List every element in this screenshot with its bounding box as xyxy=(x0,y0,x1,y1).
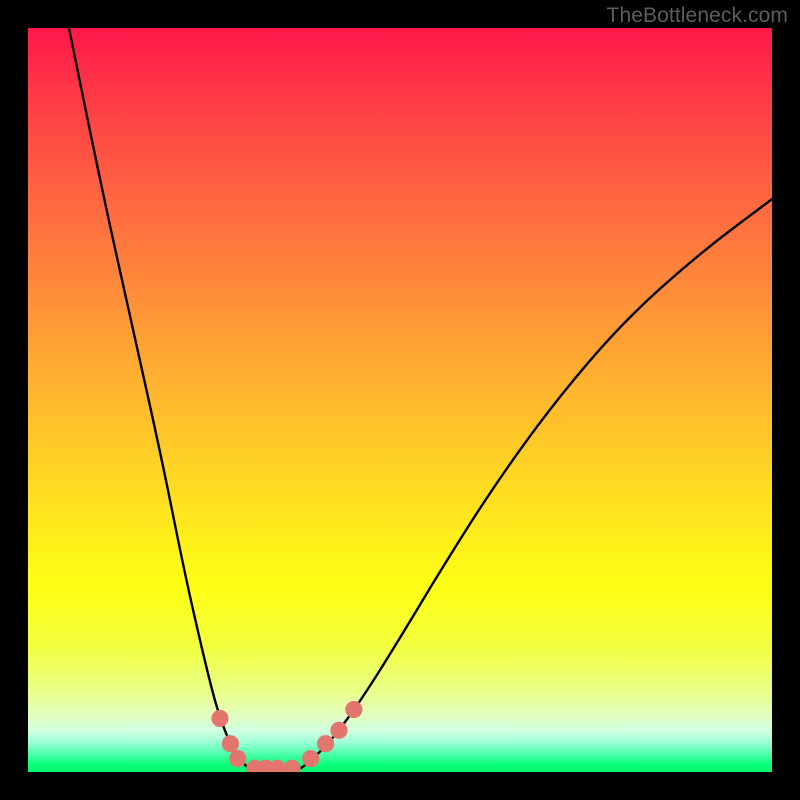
marker-group xyxy=(211,701,362,772)
chart-container: TheBottleneck.com xyxy=(0,0,800,800)
highlight-marker xyxy=(345,701,362,718)
highlight-marker xyxy=(284,760,301,772)
highlight-marker xyxy=(211,710,228,727)
highlight-marker xyxy=(302,750,319,767)
highlight-marker xyxy=(222,735,239,752)
bottleneck-curve xyxy=(69,28,772,772)
highlight-marker xyxy=(317,735,334,752)
curve-group xyxy=(69,28,772,772)
attribution-label: TheBottleneck.com xyxy=(607,4,788,28)
curve-layer xyxy=(28,28,772,772)
highlight-marker xyxy=(229,750,246,767)
highlight-marker xyxy=(330,722,347,739)
plot-area xyxy=(28,28,772,772)
